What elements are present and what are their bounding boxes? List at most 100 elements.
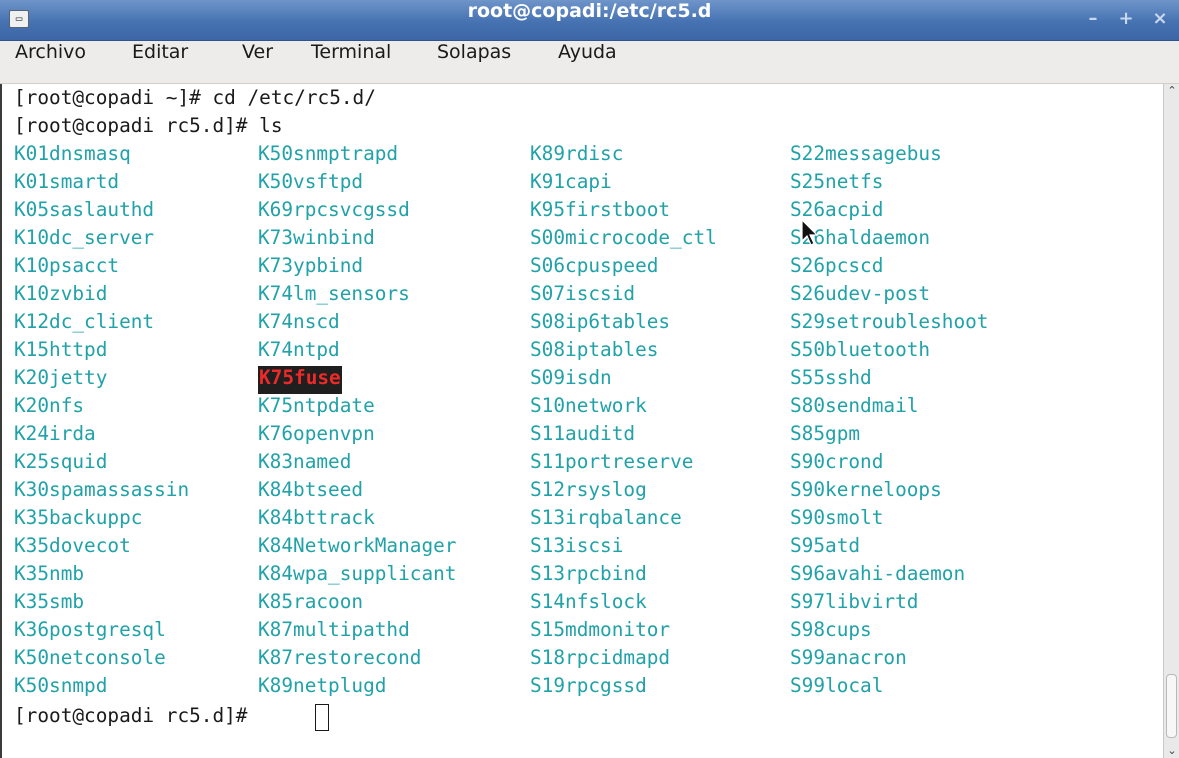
ls-entry: S14nfslock bbox=[530, 590, 647, 613]
ls-entry: K10psacct bbox=[14, 254, 120, 277]
ls-entry: K87restorecond bbox=[258, 646, 422, 669]
ls-entry: S22messagebus bbox=[790, 142, 942, 165]
ls-entry: K25squid bbox=[14, 450, 108, 473]
ls-entry: K76openvpn bbox=[258, 422, 375, 445]
ls-entry: K50netconsole bbox=[14, 646, 166, 669]
ls-entry: S98cups bbox=[790, 618, 872, 641]
ls-entry: K73winbind bbox=[258, 226, 375, 249]
ls-entry: S07iscsid bbox=[530, 282, 636, 305]
maximize-button[interactable]: + bbox=[1111, 7, 1141, 33]
ls-entry: S26pcscd bbox=[790, 254, 884, 277]
ls-entry: S85gpm bbox=[790, 422, 861, 445]
ls-entry: S08iptables bbox=[530, 338, 659, 361]
close-button[interactable]: × bbox=[1145, 7, 1175, 33]
ls-entry: S50bluetooth bbox=[790, 338, 931, 361]
menu-ver[interactable]: Ver bbox=[242, 41, 273, 83]
menu-bar: Archivo Editar Ver Terminal Solapas Ayud… bbox=[0, 41, 1179, 84]
ls-entry: K83named bbox=[258, 450, 352, 473]
ls-entry: K75fuse bbox=[258, 366, 342, 394]
ls-entry: S15mdmonitor bbox=[530, 618, 671, 641]
ls-entry: S13iscsi bbox=[530, 534, 624, 557]
ls-entry: K50vsftpd bbox=[258, 170, 364, 193]
ls-entry: K85racoon bbox=[258, 590, 364, 613]
ls-entry: S13irqbalance bbox=[530, 506, 682, 529]
menu-solapas[interactable]: Solapas bbox=[437, 41, 511, 83]
terminal-line: [root@copadi ~]# cd /etc/rc5.d/ bbox=[14, 86, 376, 109]
ls-entry: K01dnsmasq bbox=[14, 142, 131, 165]
scroll-down-arrow-icon[interactable]: ⌄ bbox=[1166, 745, 1178, 756]
ls-entry: K89rdisc bbox=[530, 142, 624, 165]
ls-entry: K20jetty bbox=[14, 366, 108, 389]
ls-entry: K01smartd bbox=[14, 170, 120, 193]
ls-entry: K74ntpd bbox=[258, 338, 340, 361]
ls-entry: K87multipathd bbox=[258, 618, 410, 641]
ls-entry: K05saslauthd bbox=[14, 198, 155, 221]
ls-entry: S13rpcbind bbox=[530, 562, 647, 585]
scrollbar-thumb[interactable] bbox=[1166, 674, 1177, 738]
ls-entry: S96avahi-daemon bbox=[790, 562, 966, 585]
ls-entry: S12rsyslog bbox=[530, 478, 647, 501]
ls-entry: S18rpcidmapd bbox=[530, 646, 671, 669]
ls-entry: K10zvbid bbox=[14, 282, 108, 305]
ls-entry: K50snmpd bbox=[14, 674, 108, 697]
ls-entry: K84NetworkManager bbox=[258, 534, 457, 557]
menu-terminal[interactable]: Terminal bbox=[311, 41, 391, 83]
window-title: root@copadi:/etc/rc5.d bbox=[467, 0, 712, 22]
ls-entry: S90crond bbox=[790, 450, 884, 473]
ls-entry: S99local bbox=[790, 674, 884, 697]
terminal-line: [root@copadi rc5.d]# ls bbox=[14, 114, 283, 137]
ls-entry: K20nfs bbox=[14, 394, 85, 417]
ls-entry: K91capi bbox=[530, 170, 612, 193]
ls-entry: S55sshd bbox=[790, 366, 872, 389]
ls-entry: K10dc_server bbox=[14, 226, 155, 249]
ls-entry: S95atd bbox=[790, 534, 861, 557]
ls-entry: K12dc_client bbox=[14, 310, 155, 333]
ls-entry: S09isdn bbox=[530, 366, 612, 389]
ls-entry: K36postgresql bbox=[14, 618, 166, 641]
mouse-pointer-icon bbox=[801, 219, 819, 246]
ls-entry: K69rpcsvcgssd bbox=[258, 198, 410, 221]
ls-entry: K73ypbind bbox=[258, 254, 364, 277]
minimize-button[interactable]: – bbox=[1078, 7, 1108, 33]
terminal-area[interactable]: [root@copadi ~]# cd /etc/rc5.d/ [root@co… bbox=[0, 84, 1163, 758]
ls-entry: K24irda bbox=[14, 422, 96, 445]
ls-entry: S80sendmail bbox=[790, 394, 919, 417]
ls-entry: S11portreserve bbox=[530, 450, 694, 473]
ls-entry: K95firstboot bbox=[530, 198, 671, 221]
menu-ayuda[interactable]: Ayuda bbox=[558, 41, 617, 83]
ls-entry: S06cpuspeed bbox=[530, 254, 659, 277]
ls-entry: K50snmptrapd bbox=[258, 142, 399, 165]
ls-entry: S99anacron bbox=[790, 646, 907, 669]
ls-entry: K35nmb bbox=[14, 562, 85, 585]
ls-entry: K35smb bbox=[14, 590, 85, 613]
ls-entry: S11auditd bbox=[530, 422, 636, 445]
ls-entry: K84wpa_supplicant bbox=[258, 562, 457, 585]
ls-entry: K30spamassassin bbox=[14, 478, 190, 501]
ls-entry: S29setroubleshoot bbox=[790, 310, 989, 333]
vertical-scrollbar[interactable]: ⌃ ⌄ bbox=[1163, 84, 1179, 758]
ls-entry: K75ntpdate bbox=[258, 394, 375, 417]
ls-entry: K74lm_sensors bbox=[258, 282, 410, 305]
ls-entry: S10network bbox=[530, 394, 647, 417]
ls-entry: K15httpd bbox=[14, 338, 108, 361]
ls-entry: S90smolt bbox=[790, 506, 884, 529]
menu-editar[interactable]: Editar bbox=[132, 41, 188, 83]
ls-entry: K84btseed bbox=[258, 478, 364, 501]
ls-entry: S00microcode_ctl bbox=[530, 226, 717, 249]
window-titlebar[interactable]: ▭ root@copadi:/etc/rc5.d – + × bbox=[0, 0, 1179, 41]
ls-entry: K84bttrack bbox=[258, 506, 375, 529]
ls-entry: K74nscd bbox=[258, 310, 340, 333]
ls-entry: S26udev-post bbox=[790, 282, 931, 305]
ls-entry: S08ip6tables bbox=[530, 310, 671, 333]
ls-entry: K35backuppc bbox=[14, 506, 143, 529]
text-cursor bbox=[315, 704, 329, 731]
scroll-up-arrow-icon[interactable]: ⌃ bbox=[1166, 85, 1178, 96]
ls-entry: K89netplugd bbox=[258, 674, 387, 697]
ls-entry: S25netfs bbox=[790, 170, 884, 193]
ls-entry: K35dovecot bbox=[14, 534, 131, 557]
ls-entry: S90kerneloops bbox=[790, 478, 942, 501]
ls-entry: S97libvirtd bbox=[790, 590, 919, 613]
ls-entry: S19rpcgssd bbox=[530, 674, 647, 697]
terminal-prompt: [root@copadi rc5.d]# bbox=[14, 704, 248, 727]
menu-archivo[interactable]: Archivo bbox=[15, 41, 86, 83]
